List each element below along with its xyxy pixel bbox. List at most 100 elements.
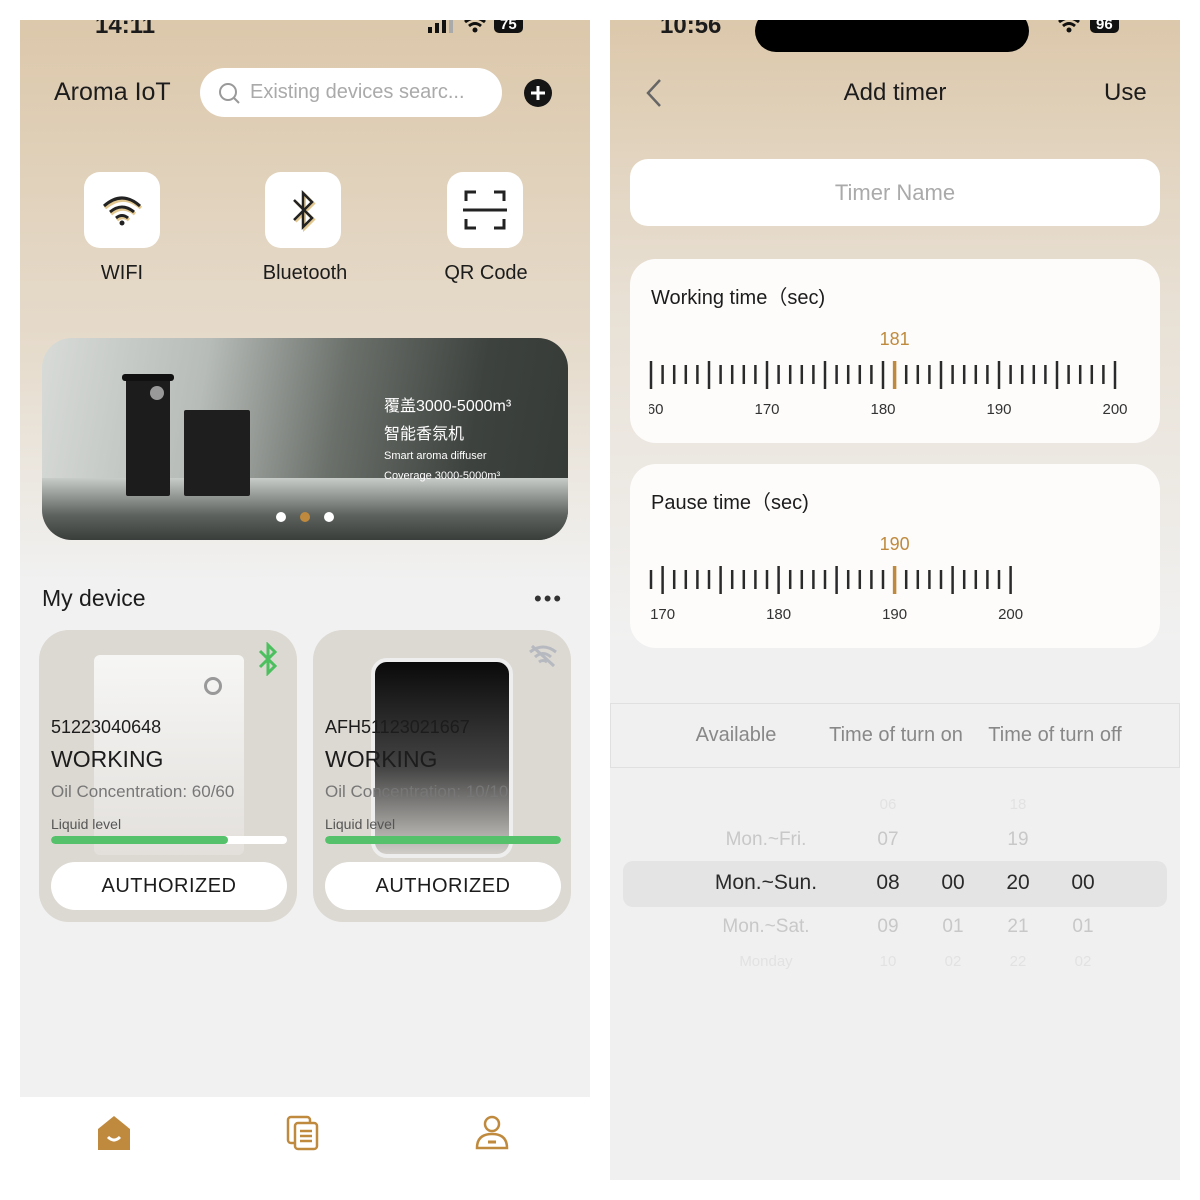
bluetooth-connected-icon [258,642,278,676]
page-title: Add timer [843,79,947,106]
picker-header: Available Time of turn on Time of turn o… [610,703,1180,768]
off-hour-option[interactable]: 19 [1007,829,1028,851]
on-minute-option-selected[interactable]: 00 [941,871,964,895]
home-screen: 14:11 75 Aroma IoT Existing devices sear… [20,20,590,1180]
off-hour-option-selected[interactable]: 20 [1006,871,1029,895]
timer-name-input[interactable]: Timer Name [630,159,1160,226]
ruler-tick-label: 190 [986,401,1011,418]
day-option[interactable]: Monday [739,953,792,970]
ruler-tick-label: 160 [638,401,663,418]
authorized-button[interactable]: AUTHORIZED [51,862,287,910]
liquid-level-fill [51,836,228,844]
wifi-off-icon [529,644,557,668]
page-dot[interactable] [276,512,286,522]
banner-line-3: Smart aroma diffuser [384,450,487,462]
page-dot-active[interactable] [300,512,310,522]
search-placeholder: Existing devices searc... [250,81,465,103]
ruler-tick-label: 180 [870,401,895,418]
add-device-button[interactable] [523,78,553,108]
on-minute-option[interactable]: 01 [942,916,963,938]
day-option[interactable]: Mon.~Fri. [726,829,807,851]
status-icons: 96 [1058,20,1119,33]
banner-line-4: Coverage 3000-5000m³ [384,470,501,482]
on-hour-option-selected[interactable]: 08 [876,871,899,895]
device-card[interactable]: AFH51123021667 WORKING Oil Concentration… [313,630,571,922]
wifi-status-icon [1058,20,1080,32]
liquid-level-fill [325,836,561,844]
qr-code-button[interactable] [447,172,523,248]
wifi-button[interactable] [84,172,160,248]
ruler-tick-label: 190 [882,606,907,623]
ruler-tick-label: 170 [650,606,675,623]
device-id: 51223040648 [51,717,162,737]
pause-time-ruler[interactable]: 170 180 190 200 190 [630,464,1160,654]
wifi-label: WIFI [100,262,144,284]
documents-tab-icon[interactable] [286,1115,320,1151]
off-minute-option[interactable]: 01 [1072,916,1093,938]
device-state: WORKING [325,746,438,772]
pause-time-card: Pause time（sec) 170 180 190 200 190 [630,464,1160,648]
qr-code-label: QR Code [444,262,528,284]
promo-banner[interactable]: 覆盖3000-5000m³ 智能香氛机 Smart aroma diffuser… [42,338,568,540]
app-title: Aroma IoT [54,78,171,106]
device-state: WORKING [51,746,164,772]
device-card[interactable]: 51223040648 WORKING Oil Concentration: 6… [39,630,297,922]
bluetooth-button[interactable] [265,172,341,248]
more-options-button[interactable]: ••• [534,586,563,612]
search-icon [219,82,240,104]
wifi-icon [103,196,143,226]
working-time-ruler[interactable]: 160 170 180 190 200 181 [630,259,1160,449]
ruler-tick-label: 180 [766,606,791,623]
banner-floor [42,478,568,540]
ruler-tick-label: 170 [754,401,779,418]
add-timer-screen: 10:56 96 Add timer Use Timer Name Workin… [610,20,1180,1180]
dynamic-island [755,20,1029,52]
liquid-level-bar [325,836,561,844]
device-search-input[interactable]: Existing devices searc... [200,68,502,117]
oil-concentration: Oil Concentration: 60/60 [51,782,235,801]
banner-pagination [276,512,334,522]
box-diffuser-image [184,410,250,496]
bluetooth-label: Bluetooth [262,262,348,284]
banner-line-1: 覆盖3000-5000m³ [384,398,512,415]
on-hour-option[interactable]: 09 [877,916,898,938]
on-minute-option[interactable]: 02 [945,953,962,970]
status-time: 10:56 [660,20,722,39]
banner-line-2: 智能香氛机 [384,426,465,443]
working-time-card: Working time（sec) 160 170 180 190 200 181 [630,259,1160,443]
use-button[interactable]: Use [1104,79,1147,107]
home-tab-icon[interactable] [97,1115,131,1151]
oil-concentration: Oil Concentration: 10/10 [325,782,509,801]
liquid-level-bar [51,836,287,844]
turn-off-header: Time of turn off [988,724,1122,746]
day-option-selected[interactable]: Mon.~Sun. [715,871,817,895]
off-hour-option[interactable]: 18 [1010,796,1027,813]
timer-name-placeholder: Timer Name [834,179,956,205]
off-minute-option[interactable]: 02 [1075,953,1092,970]
off-minute-option-selected[interactable]: 00 [1071,871,1094,895]
ruler-selected-value: 190 [880,534,910,554]
qr-scan-icon [463,190,507,230]
turn-on-header: Time of turn on [829,724,963,746]
on-hour-option[interactable]: 10 [880,953,897,970]
liquid-level-label: Liquid level [51,816,122,832]
battery-indicator: 75 [494,20,523,33]
status-time: 14:11 [95,20,156,39]
ruler-tick-label: 200 [1102,401,1127,418]
battery-indicator: 96 [1090,20,1119,33]
wifi-status-icon [464,20,486,32]
tab-bar [20,1097,590,1180]
tower-diffuser-image [122,374,174,496]
signal-icon [428,20,453,33]
day-option[interactable]: Mon.~Sat. [722,916,809,938]
off-hour-option[interactable]: 22 [1010,953,1027,970]
authorized-button[interactable]: AUTHORIZED [325,862,561,910]
liquid-level-label: Liquid level [325,816,396,832]
page-dot[interactable] [324,512,334,522]
on-hour-option[interactable]: 06 [880,796,897,813]
my-device-title: My device [42,585,146,611]
on-hour-option[interactable]: 07 [877,829,898,851]
off-hour-option[interactable]: 21 [1007,916,1028,938]
bluetooth-icon [293,189,316,232]
profile-tab-icon[interactable] [475,1115,509,1151]
